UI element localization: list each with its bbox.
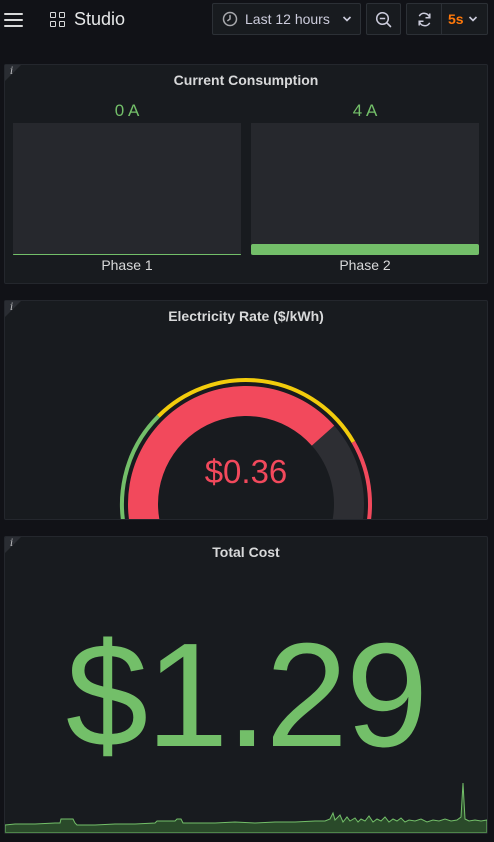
zoom-out-button[interactable]: [366, 3, 401, 35]
time-range-label: Last 12 hours: [245, 11, 330, 27]
refresh-interval-label: 5s: [448, 11, 464, 27]
panel-title[interactable]: Current Consumption: [5, 72, 487, 88]
dashboard-grid-icon: [50, 12, 65, 27]
time-range-picker[interactable]: Last 12 hours: [212, 3, 361, 35]
chevron-down-icon: [342, 16, 352, 22]
chevron-down-icon: [468, 16, 477, 22]
phase-2-bar-fill: [251, 244, 479, 255]
phase-1-value: 0 A: [114, 101, 140, 120]
dashboard-title[interactable]: Studio: [74, 9, 125, 30]
phase-2-value: 4 A: [352, 101, 378, 120]
menu-icon[interactable]: [4, 10, 24, 28]
current-consumption-panel: i Current Consumption 0 A Phase 1 4 A Ph…: [4, 64, 488, 284]
refresh-interval-picker[interactable]: 5s: [441, 3, 488, 35]
zoom-out-icon: [375, 11, 392, 27]
electricity-rate-panel: i Electricity Rate ($/kWh) $0.36: [4, 300, 488, 520]
phase-1-bar-fill: [13, 254, 241, 255]
phase-1-label: Phase 1: [101, 257, 153, 273]
phase-2-label: Phase 2: [339, 257, 391, 273]
total-cost-panel: i Total Cost $1.29: [4, 536, 488, 834]
panel-title[interactable]: Total Cost: [5, 544, 487, 560]
total-cost-sparkline: [5, 782, 487, 833]
clock-icon: [222, 11, 238, 27]
top-navbar: Studio Last 12 hours 5s: [0, 0, 494, 40]
sparkline-area: [5, 782, 487, 833]
rate-value: $0.36: [204, 453, 288, 490]
refresh-button[interactable]: [406, 3, 441, 35]
phase-2-bar: [251, 123, 479, 255]
phase-1-bar: [13, 123, 241, 255]
refresh-icon: [417, 12, 431, 26]
